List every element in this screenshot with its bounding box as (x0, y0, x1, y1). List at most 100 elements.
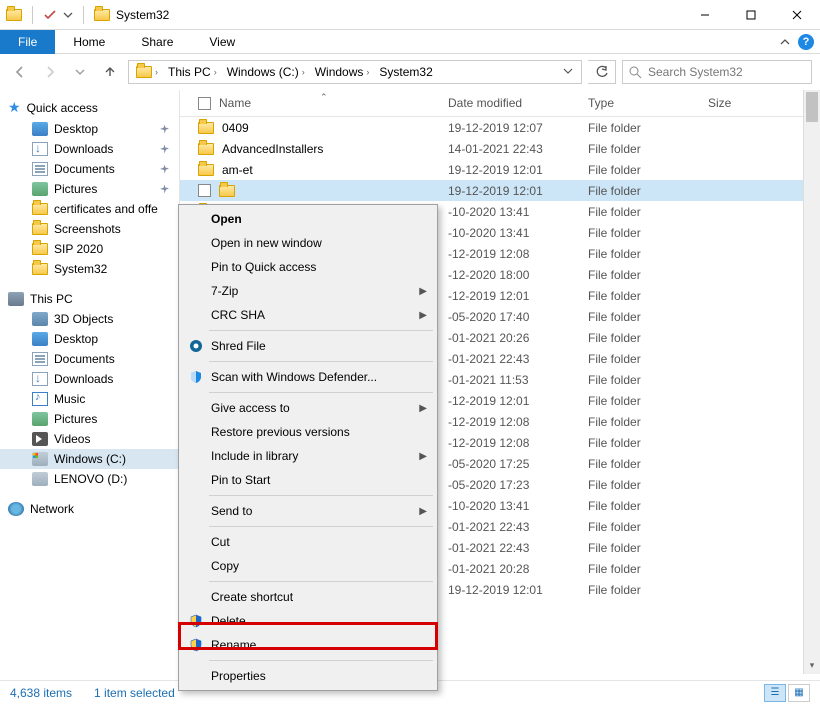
col-size[interactable]: Size (700, 96, 780, 110)
breadcrumb[interactable]: Windows (315, 65, 364, 79)
menu-item[interactable]: Rename (181, 633, 435, 657)
select-all-checkbox[interactable] (198, 97, 211, 110)
shield-icon (189, 614, 203, 628)
menu-item[interactable]: 7-Zip▶ (181, 279, 435, 303)
menu-item[interactable]: Restore previous versions (181, 420, 435, 444)
menu-item[interactable]: Cut (181, 530, 435, 554)
file-date: 19-12-2019 12:01 (440, 163, 580, 177)
sidebar-item[interactable]: SIP 2020 (0, 239, 179, 259)
col-name[interactable]: Name (219, 96, 251, 110)
file-type: File folder (580, 541, 700, 555)
menu-item-label: 7-Zip (211, 284, 238, 298)
quick-access-header[interactable]: ★Quick access (0, 96, 179, 119)
menu-separator (209, 495, 433, 496)
table-row[interactable]: am-et 19-12-2019 12:01 File folder (180, 159, 820, 180)
tab-home[interactable]: Home (55, 30, 123, 54)
breadcrumb[interactable]: This PC (168, 65, 211, 79)
recent-locations-button[interactable] (68, 60, 92, 84)
tab-view[interactable]: View (191, 30, 253, 54)
maximize-button[interactable] (728, 0, 774, 30)
table-row[interactable]: 0409 19-12-2019 12:07 File folder (180, 117, 820, 138)
sidebar-item-label: Pictures (54, 182, 97, 196)
file-date: -10-2020 13:41 (440, 205, 580, 219)
file-name: 0409 (222, 121, 249, 135)
sidebar-item[interactable]: 3D Objects (0, 309, 179, 329)
checkmark-icon[interactable] (43, 8, 57, 22)
pc-icon (8, 292, 24, 306)
submenu-arrow-icon: ▶ (419, 310, 427, 321)
sidebar-item[interactable]: Videos (0, 429, 179, 449)
scroll-down-icon[interactable]: ▾ (804, 657, 820, 674)
sidebar-item[interactable]: Screenshots (0, 219, 179, 239)
menu-item[interactable]: Open in new window (181, 231, 435, 255)
close-button[interactable] (774, 0, 820, 30)
chevron-down-icon[interactable] (63, 10, 73, 20)
file-tab[interactable]: File (0, 30, 55, 54)
sidebar-item[interactable]: Pictures (0, 179, 179, 199)
sidebar-item[interactable]: Desktop (0, 119, 179, 139)
scrollbar[interactable]: ▾ (803, 90, 820, 674)
menu-item[interactable]: Delete (181, 609, 435, 633)
collapse-ribbon-icon[interactable] (780, 37, 790, 47)
scroll-thumb[interactable] (806, 92, 818, 122)
menu-item-label: Copy (211, 559, 239, 573)
menu-item[interactable]: Pin to Quick access (181, 255, 435, 279)
menu-item[interactable]: Shred File (181, 334, 435, 358)
menu-item[interactable]: Give access to▶ (181, 396, 435, 420)
tab-share[interactable]: Share (123, 30, 191, 54)
table-row[interactable]: AdvancedInstallers 14-01-2021 22:43 File… (180, 138, 820, 159)
sidebar-item[interactable]: certificates and offe (0, 199, 179, 219)
address-bar[interactable]: › This PC› Windows (C:)› Windows› System… (128, 60, 582, 84)
sidebar-item[interactable]: Pictures (0, 409, 179, 429)
sidebar-item[interactable]: LENOVO (D:) (0, 469, 179, 489)
sidebar-item[interactable]: Documents (0, 349, 179, 369)
network-header[interactable]: Network (0, 499, 179, 519)
file-type: File folder (580, 583, 700, 597)
menu-item[interactable]: Create shortcut (181, 585, 435, 609)
menu-item-label: Restore previous versions (211, 425, 350, 439)
breadcrumb[interactable]: System32 (379, 65, 432, 79)
help-button[interactable]: ? (798, 34, 814, 50)
menu-item[interactable]: Scan with Windows Defender... (181, 365, 435, 389)
breadcrumb[interactable]: Windows (C:) (227, 65, 299, 79)
sidebar-item[interactable]: System32 (0, 259, 179, 279)
file-type: File folder (580, 436, 700, 450)
row-checkbox[interactable] (198, 184, 211, 197)
col-date[interactable]: Date modified (440, 96, 580, 110)
menu-item[interactable]: Pin to Start (181, 468, 435, 492)
menu-item[interactable]: CRC SHA▶ (181, 303, 435, 327)
menu-item[interactable]: Open (181, 207, 435, 231)
up-button[interactable] (98, 60, 122, 84)
menu-item[interactable]: Properties (181, 664, 435, 688)
desk-icon (32, 122, 48, 136)
forward-button[interactable] (38, 60, 62, 84)
sidebar-item[interactable]: Downloads (0, 139, 179, 159)
menu-item[interactable]: Include in library▶ (181, 444, 435, 468)
back-button[interactable] (8, 60, 32, 84)
menu-item[interactable]: Copy (181, 554, 435, 578)
sidebar-item-label: SIP 2020 (54, 242, 103, 256)
minimize-button[interactable] (682, 0, 728, 30)
file-date: -05-2020 17:23 (440, 478, 580, 492)
menu-separator (209, 330, 433, 331)
menu-item[interactable]: Send to▶ (181, 499, 435, 523)
sidebar-item[interactable]: Desktop (0, 329, 179, 349)
file-name: AdvancedInstallers (222, 142, 323, 156)
file-type: File folder (580, 478, 700, 492)
sidebar-item[interactable]: Downloads (0, 369, 179, 389)
refresh-button[interactable] (588, 60, 616, 84)
col-type[interactable]: Type (580, 96, 700, 110)
menu-separator (209, 581, 433, 582)
sidebar-item[interactable]: Windows (C:) (0, 449, 179, 469)
folder-icon (32, 263, 48, 275)
details-view-button[interactable]: ☰ (764, 684, 786, 702)
item-count: 4,638 items (10, 686, 72, 700)
icons-view-button[interactable]: ▦ (788, 684, 810, 702)
shred-icon (189, 339, 203, 353)
chevron-down-icon[interactable] (557, 65, 579, 79)
search-input[interactable]: Search System32 (622, 60, 812, 84)
sidebar-item[interactable]: Music (0, 389, 179, 409)
sidebar-item[interactable]: Documents (0, 159, 179, 179)
table-row[interactable]: 19-12-2019 12:01 File folder (180, 180, 820, 201)
this-pc-header[interactable]: This PC (0, 289, 179, 309)
